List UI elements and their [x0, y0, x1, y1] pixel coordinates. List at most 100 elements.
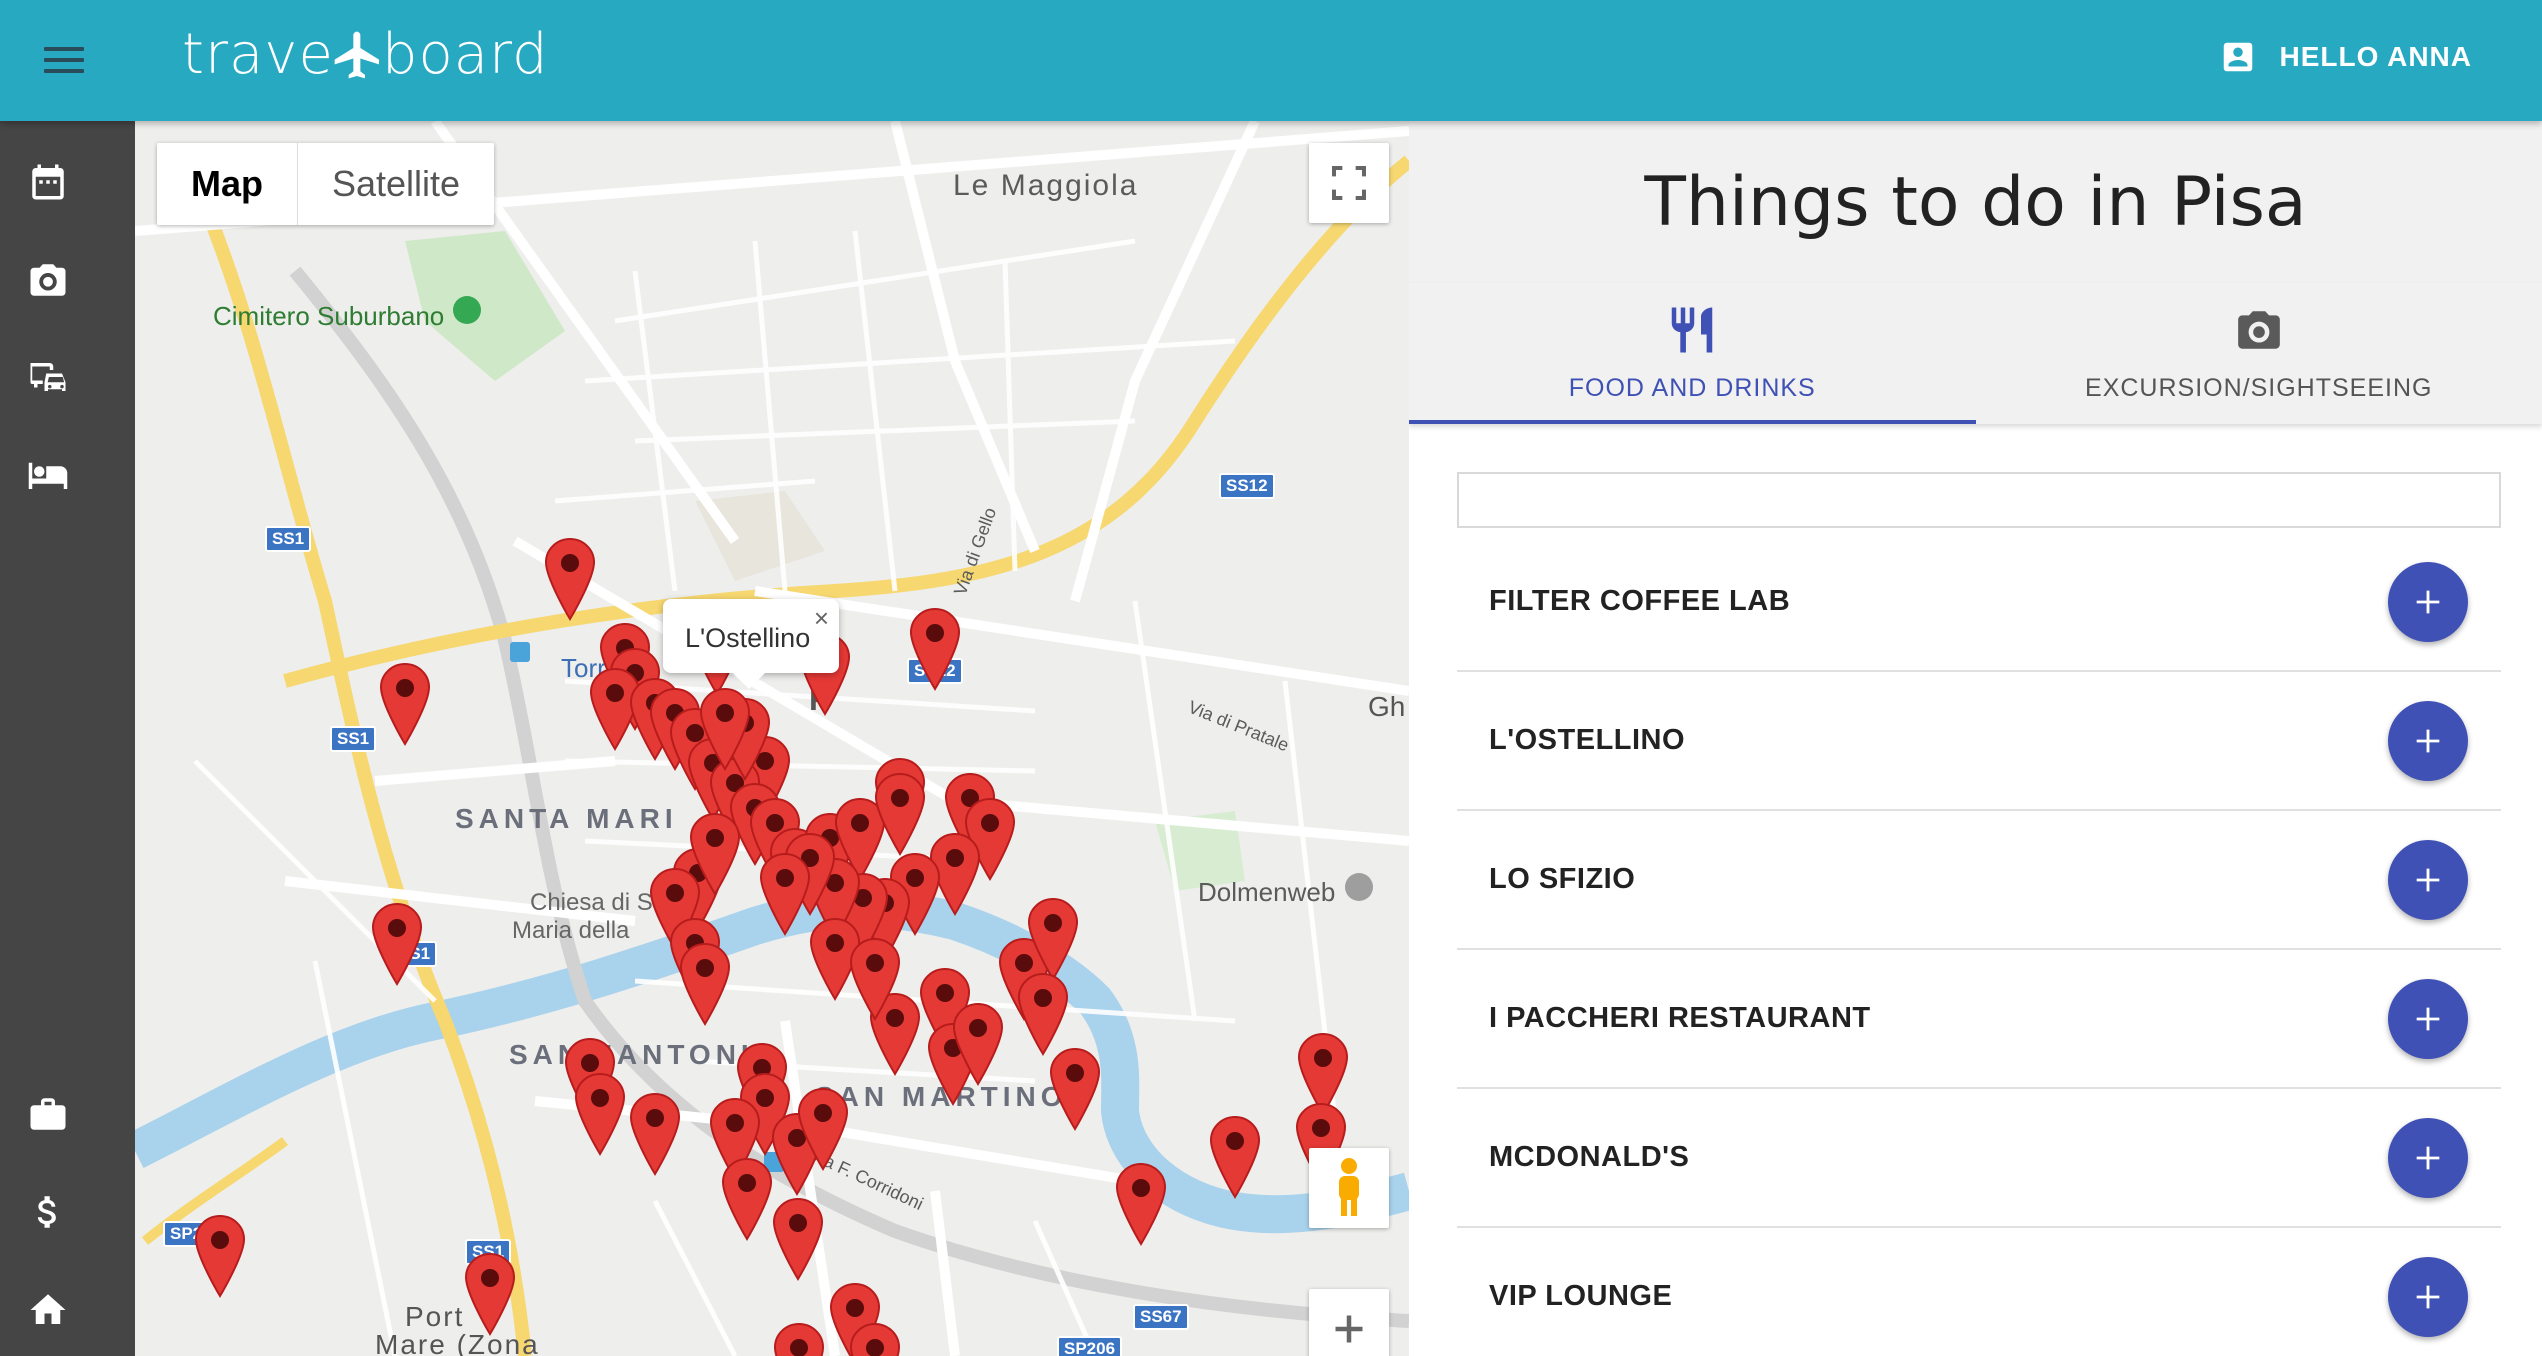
zoom-in-button[interactable] — [1309, 1289, 1389, 1356]
info-window: L'Ostellino × — [663, 599, 839, 689]
map-label-le-maggiola: Le Maggiola — [953, 169, 1139, 202]
map-pin-icon[interactable] — [1209, 1115, 1261, 1199]
place-name: L'OSTELLINO — [1489, 724, 1686, 756]
plus-icon — [2416, 1285, 2440, 1309]
tab-label: EXCURSION/SIGHTSEEING — [2085, 374, 2433, 402]
plus-icon — [2416, 1146, 2440, 1170]
info-window-title: L'Ostellino — [685, 623, 811, 653]
map-pin-icon[interactable] — [909, 607, 961, 691]
map-pin-icon[interactable] — [759, 852, 811, 936]
map-view[interactable]: Le Maggiola Cimitero Suburbano SANTA MAR… — [135, 121, 1409, 1356]
add-place-button[interactable] — [2388, 979, 2468, 1059]
road-shield-ss12: SS12 — [1219, 473, 1275, 499]
place-name: MCDONALD'S — [1489, 1141, 1690, 1173]
calendar-icon[interactable] — [27, 161, 69, 203]
map-pin-icon[interactable] — [1115, 1162, 1167, 1246]
pegman-icon — [1339, 1158, 1359, 1216]
map-pin-icon[interactable] — [699, 687, 751, 771]
tab-excursion-sightseeing[interactable]: EXCURSION/SIGHTSEEING — [1976, 283, 2542, 424]
place-marker-icon — [1345, 873, 1373, 901]
panel-title: Things to do in Pisa — [1644, 163, 2307, 242]
map-pin-icon[interactable] — [874, 772, 926, 856]
logo-text-left: trave — [182, 22, 334, 87]
train-station-icon — [510, 642, 530, 662]
search-input[interactable] — [1457, 472, 2501, 528]
map-pin-icon[interactable] — [1027, 897, 1079, 981]
add-place-button[interactable] — [2388, 562, 2468, 642]
place-name: FILTER COFFEE LAB — [1489, 585, 1791, 617]
map-pin-icon[interactable] — [689, 812, 741, 896]
list-item[interactable]: FILTER COFFEE LAB — [1457, 533, 2501, 672]
map-label-dolmenweb: Dolmenweb — [1198, 877, 1336, 907]
map-pin-icon[interactable] — [721, 1157, 773, 1241]
list-item[interactable]: I PACCHERI RESTAURANT — [1457, 950, 2501, 1089]
place-name: I PACCHERI RESTAURANT — [1489, 1002, 1871, 1034]
plus-icon — [2416, 868, 2440, 892]
map-pin-icon[interactable] — [544, 537, 596, 621]
app-logo[interactable]: trave board — [182, 22, 549, 87]
map-pin-icon[interactable] — [464, 1252, 516, 1336]
road-shield-ss1: SS1 — [265, 526, 312, 552]
map-pin-icon[interactable] — [1049, 1047, 1101, 1131]
dollar-icon[interactable] — [27, 1191, 69, 1233]
top-app-bar: trave board HELLO ANNA — [0, 0, 2542, 121]
map-pin-icon[interactable] — [772, 1197, 824, 1281]
briefcase-icon[interactable] — [27, 1093, 69, 1135]
account-box-icon — [2224, 42, 2253, 72]
map-pin-icon[interactable] — [849, 937, 901, 1021]
user-menu[interactable]: HELLO ANNA — [2219, 38, 2472, 76]
list-item[interactable]: L'OSTELLINO — [1457, 672, 2501, 811]
add-place-button[interactable] — [2388, 1257, 2468, 1337]
place-name: LO SFIZIO — [1489, 863, 1636, 895]
tab-label: FOOD AND DRINKS — [1568, 374, 1816, 402]
list-item[interactable]: MCDONALD'S — [1457, 1089, 2501, 1228]
sidebar — [0, 121, 135, 1356]
places-list: FILTER COFFEE LAB L'OSTELLINO LO SFIZIO … — [1457, 533, 2501, 1356]
tab-food-and-drinks[interactable]: FOOD AND DRINKS — [1409, 283, 1976, 424]
place-name: VIP LOUNGE — [1489, 1280, 1673, 1312]
map-pin-icon[interactable] — [379, 662, 431, 746]
map-pin-icon[interactable] — [629, 1092, 681, 1176]
road-shield-ss67: SS67 — [1133, 1304, 1189, 1330]
map-pin-icon[interactable] — [952, 1002, 1004, 1086]
home-icon[interactable] — [27, 1289, 69, 1331]
map-pin-icon[interactable] — [574, 1072, 626, 1156]
hamburger-menu-icon[interactable] — [38, 40, 90, 80]
bed-icon[interactable] — [27, 454, 69, 496]
transport-icon[interactable] — [27, 356, 69, 398]
street-view-pegman[interactable] — [1309, 1148, 1389, 1228]
add-place-button[interactable] — [2388, 1118, 2468, 1198]
map-type-satellite-button[interactable]: Satellite — [298, 143, 494, 225]
add-place-button[interactable] — [2388, 701, 2468, 781]
map-pin-icon[interactable] — [797, 1087, 849, 1171]
add-place-button[interactable] — [2388, 840, 2468, 920]
plus-icon — [1335, 1315, 1363, 1343]
plus-icon — [2416, 1007, 2440, 1031]
fullscreen-icon — [1332, 166, 1366, 200]
map-label-chiesa-2: Maria della — [512, 917, 630, 944]
road-shield-sp206: SP206 — [1057, 1336, 1123, 1356]
map-pin-icon[interactable] — [194, 1214, 246, 1298]
panel-header: Things to do in Pisa — [1409, 121, 2542, 283]
plus-icon — [2416, 590, 2440, 614]
map-type-map-button[interactable]: Map — [157, 143, 298, 225]
map-pin-icon[interactable] — [773, 1322, 825, 1356]
logo-text-right: board — [381, 22, 549, 87]
category-tabs: FOOD AND DRINKS EXCURSION/SIGHTSEEING — [1409, 283, 2542, 424]
close-icon[interactable]: × — [814, 603, 829, 634]
map-pin-icon[interactable] — [849, 1322, 901, 1356]
map-label-santa-maria: SANTA MARI — [455, 803, 678, 834]
map-type-control: Map Satellite — [157, 143, 495, 225]
map-label-chiesa-1: Chiesa di S — [530, 889, 653, 916]
fullscreen-button[interactable] — [1309, 143, 1389, 223]
map-pin-icon[interactable] — [679, 942, 731, 1026]
map-pin-icon[interactable] — [371, 902, 423, 986]
map-label-cimitero: Cimitero Suburbano — [213, 301, 445, 331]
park-marker-icon — [453, 296, 481, 324]
map-pin-icon[interactable] — [1017, 972, 1069, 1056]
utensils-icon — [1672, 307, 1713, 353]
list-item[interactable]: LO SFIZIO — [1457, 811, 2501, 950]
list-item[interactable]: VIP LOUNGE — [1457, 1228, 2501, 1356]
user-greeting: HELLO ANNA — [2279, 41, 2472, 72]
camera-icon[interactable] — [27, 259, 69, 301]
